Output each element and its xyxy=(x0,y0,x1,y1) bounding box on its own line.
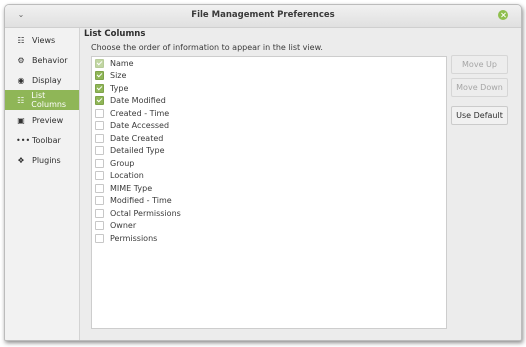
column-checkbox[interactable] xyxy=(95,133,104,143)
close-button[interactable] xyxy=(498,10,508,20)
list-item[interactable]: Modified - Time xyxy=(92,195,446,208)
list-item[interactable]: MIME Type xyxy=(92,182,446,195)
list-item[interactable]: Octal Permissions xyxy=(92,207,446,220)
sidebar-item-label: Behavior xyxy=(32,55,68,65)
sidebar-item-label: Preview xyxy=(32,115,64,125)
move-up-button[interactable]: Move Up xyxy=(451,55,508,74)
window-title: File Management Preferences xyxy=(191,10,335,20)
column-label: Date Modified xyxy=(110,96,166,106)
move-down-button[interactable]: Move Down xyxy=(451,78,508,97)
column-label: Modified - Time xyxy=(110,196,172,206)
sidebar-item-views[interactable]: ☷ Views xyxy=(5,30,79,50)
sidebar-item-label: Plugins xyxy=(32,155,61,165)
sidebar-item-display[interactable]: ◉ Display xyxy=(5,70,79,90)
column-label: Permissions xyxy=(110,233,158,243)
list-item[interactable]: Date Accessed xyxy=(92,120,446,133)
list-item[interactable]: Date Created xyxy=(92,132,446,145)
list-item[interactable]: Owner xyxy=(92,220,446,233)
column-label: Created - Time xyxy=(110,108,170,118)
sidebar-item-label: Display xyxy=(32,75,62,85)
list-item[interactable]: Group xyxy=(92,157,446,170)
column-checkbox[interactable] xyxy=(95,108,104,118)
list-item[interactable]: Type xyxy=(92,82,446,95)
list-item[interactable]: Name xyxy=(92,57,446,70)
column-label: Octal Permissions xyxy=(110,208,181,218)
column-label: Group xyxy=(110,158,135,168)
puzzle-icon: ❖ xyxy=(17,155,25,165)
column-checkbox[interactable] xyxy=(95,196,104,206)
toolbar-icon: ••• xyxy=(16,135,31,145)
column-checkbox[interactable] xyxy=(95,146,104,156)
page-title: List Columns xyxy=(84,29,146,39)
column-label: Size xyxy=(110,71,127,81)
column-label: Location xyxy=(110,171,144,181)
list-item[interactable]: Size xyxy=(92,70,446,83)
sidebar-item-label: Toolbar xyxy=(32,135,61,145)
use-default-button[interactable]: Use Default xyxy=(451,106,508,125)
column-label: Owner xyxy=(110,221,137,231)
column-label: MIME Type xyxy=(110,183,153,193)
list-item[interactable]: Created - Time xyxy=(92,107,446,120)
column-checkbox[interactable] xyxy=(95,96,104,106)
list-item[interactable]: Permissions xyxy=(92,232,446,245)
preview-icon: ▣ xyxy=(17,115,25,125)
page-description: Choose the order of information to appea… xyxy=(91,43,323,52)
list-item[interactable]: Location xyxy=(92,170,446,183)
sidebar-item-list-columns[interactable]: ☷ List Columns xyxy=(5,90,79,110)
column-checkbox[interactable] xyxy=(95,221,104,231)
preferences-window: ⌄ File Management Preferences ☷ Views ⚙ … xyxy=(4,4,522,341)
column-checkbox[interactable] xyxy=(95,171,104,181)
sidebar-item-behavior[interactable]: ⚙ Behavior xyxy=(5,50,79,70)
grid-icon: ☷ xyxy=(17,35,25,45)
list-columns-icon: ☷ xyxy=(17,95,25,105)
column-label: Name xyxy=(110,58,134,68)
column-checkbox[interactable] xyxy=(95,58,104,68)
titlebar: ⌄ File Management Preferences xyxy=(5,5,521,28)
column-checkbox[interactable] xyxy=(95,208,104,218)
column-checkbox[interactable] xyxy=(95,158,104,168)
column-checkbox[interactable] xyxy=(95,121,104,131)
sidebar-item-toolbar[interactable]: ••• Toolbar xyxy=(5,130,79,150)
column-label: Date Accessed xyxy=(110,121,170,131)
column-label: Date Created xyxy=(110,133,164,143)
column-checkbox[interactable] xyxy=(95,233,104,243)
sidebar: ☷ Views ⚙ Behavior ◉ Display ☷ List Colu… xyxy=(5,28,80,340)
sidebar-item-label: List Columns xyxy=(31,91,67,109)
column-label: Detailed Type xyxy=(110,146,165,156)
sidebar-item-plugins[interactable]: ❖ Plugins xyxy=(5,150,79,170)
eye-icon: ◉ xyxy=(17,75,25,85)
column-checkbox[interactable] xyxy=(95,183,104,193)
column-checkbox[interactable] xyxy=(95,83,104,93)
sidebar-item-preview[interactable]: ▣ Preview xyxy=(5,110,79,130)
column-checkbox[interactable] xyxy=(95,71,104,81)
columns-list: Name Size Type Date Modified Created - T… xyxy=(91,56,447,329)
list-item[interactable]: Date Modified xyxy=(92,95,446,108)
sidebar-item-label: Views xyxy=(32,35,56,45)
gear-icon: ⚙ xyxy=(17,55,25,65)
column-label: Type xyxy=(110,83,129,93)
list-item[interactable]: Detailed Type xyxy=(92,145,446,158)
